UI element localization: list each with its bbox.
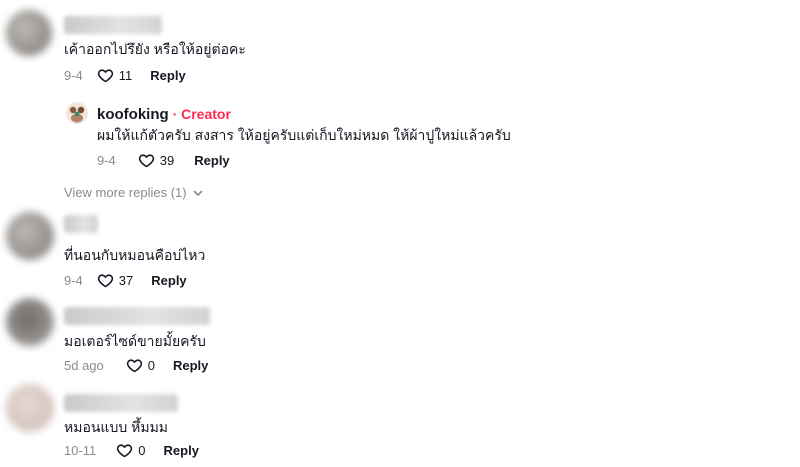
comment-date: 9-4 (64, 272, 83, 288)
like-button[interactable]: 39 (138, 152, 174, 169)
avatar[interactable] (6, 384, 54, 432)
comment-date: 10-11 (64, 442, 97, 458)
like-button[interactable]: 0 (126, 357, 155, 374)
reply-button[interactable]: Reply (173, 358, 208, 373)
chevron-down-icon (193, 190, 202, 196)
comment-date: 9-4 (64, 67, 83, 83)
like-button[interactable]: 0 (116, 442, 146, 459)
like-count: 0 (147, 357, 155, 373)
heart-icon (97, 68, 113, 82)
username-blurred[interactable] (64, 215, 98, 233)
comment-text: ที่นอนกับหมอนคือบ่ไหว (64, 247, 206, 263)
creator-badge: · Creator (172, 106, 231, 122)
heart-icon (117, 443, 133, 457)
reply-text: ผมให้แก้ตัวครับ สงสาร ให้อยู่ครับแต่เก็บ… (97, 127, 511, 143)
reply-button[interactable]: Reply (164, 443, 199, 458)
comment-text: หมอนแบบ หึ้มมม (64, 419, 169, 435)
username-blurred[interactable] (64, 394, 178, 412)
creator-header: koofoking · Creator (97, 105, 231, 124)
view-more-replies[interactable]: View more replies (1) (64, 185, 204, 200)
reply-meta: 9-4 39 Reply (97, 151, 230, 169)
heart-icon (97, 273, 113, 287)
creator-username[interactable]: koofoking (97, 106, 169, 123)
comment-meta: 10-11 0 Reply (64, 441, 199, 459)
like-count: 39 (159, 152, 175, 168)
like-count: 11 (118, 67, 133, 83)
reply-button[interactable]: Reply (150, 68, 185, 83)
comment-date: 5d ago (64, 357, 104, 373)
like-button[interactable]: 37 (97, 272, 133, 289)
view-more-replies-label: View more replies (1) (64, 185, 187, 200)
comment-meta: 9-4 11 Reply (64, 66, 186, 84)
like-count: 37 (118, 272, 134, 288)
like-count: 0 (138, 442, 146, 458)
creator-avatar-image (66, 102, 88, 124)
reply-date: 9-4 (97, 152, 116, 168)
reply-button[interactable]: Reply (151, 273, 186, 288)
avatar[interactable] (6, 298, 54, 346)
heart-icon (138, 153, 154, 167)
comment-meta: 5d ago 0 Reply (64, 356, 208, 374)
reply-button[interactable]: Reply (194, 153, 229, 168)
avatar[interactable] (6, 212, 54, 260)
comment-meta: 9-4 37 Reply (64, 271, 187, 289)
like-button[interactable]: 11 (97, 67, 133, 84)
comment-text: มอเตอร์ไซด์ขายมั้ยครับ (64, 333, 206, 349)
username-blurred[interactable] (64, 307, 210, 325)
comment-text: เค้าออกไปรึยัง หรือให้อยู่ต่อคะ (64, 41, 246, 57)
avatar[interactable] (6, 10, 52, 56)
heart-icon (126, 358, 142, 372)
username-blurred[interactable] (64, 16, 162, 34)
creator-avatar[interactable] (66, 102, 88, 124)
